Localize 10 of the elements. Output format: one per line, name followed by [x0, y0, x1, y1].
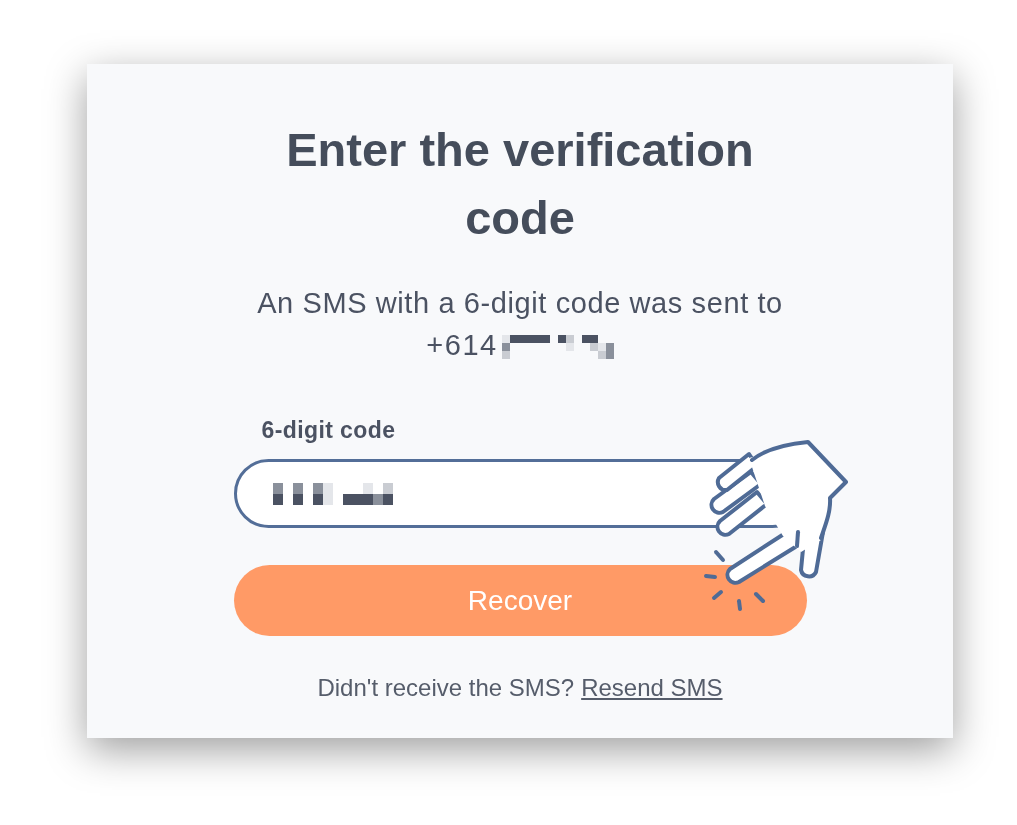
- page-title: Enter the verification code: [285, 122, 755, 246]
- pixelated-redaction-icon: [501, 335, 614, 359]
- resend-sms-link[interactable]: Resend SMS: [581, 673, 723, 703]
- field-label: 6-digit code: [260, 416, 397, 445]
- phone-number: +614: [426, 328, 498, 363]
- pixelated-redaction-icon: [272, 482, 393, 505]
- sms-message: An SMS with a 6-digit code was sent to: [256, 286, 784, 321]
- footer-text: Didn't receive the SMS?: [317, 673, 575, 703]
- click-burst-icon: [703, 550, 765, 611]
- hand-cursor-icon: [709, 440, 848, 585]
